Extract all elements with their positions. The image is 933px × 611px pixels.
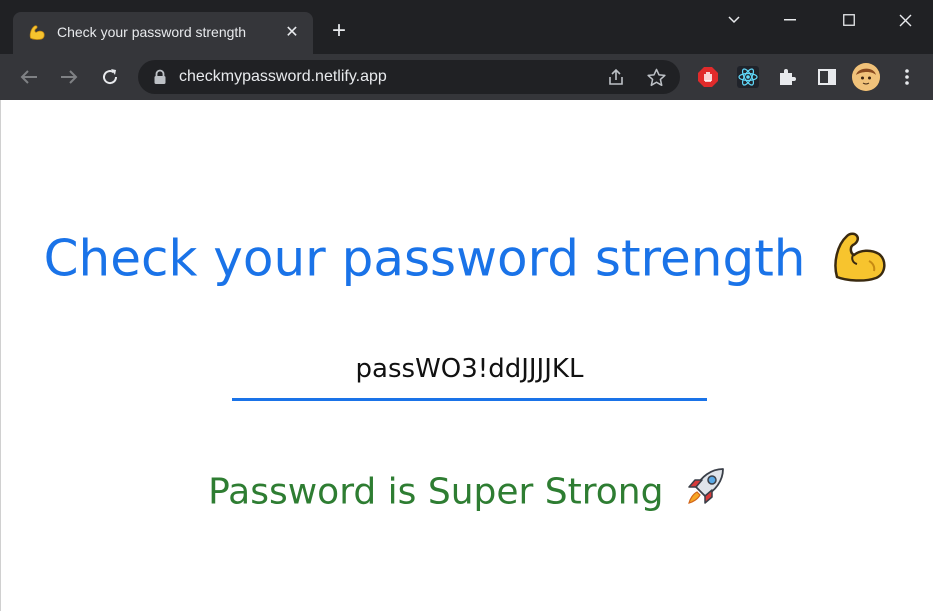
heading-text: Check your password strength [43,229,806,288]
forward-arrow-icon[interactable] [54,62,84,92]
bookmark-star-icon[interactable] [646,67,666,87]
strength-status: Password is Super Strong [1,465,933,522]
page-content: Check your password strength Password is… [0,100,933,611]
maximize-icon[interactable] [826,6,872,34]
react-devtools-icon[interactable] [736,65,760,89]
tab-search-icon[interactable] [711,6,757,34]
browser-toolbar: checkmypassword.netlify.app [0,54,933,100]
rocket-icon [683,465,727,522]
page-heading: Check your password strength [1,227,933,297]
tab-close-icon[interactable]: ✕ [283,24,301,42]
address-bar[interactable]: checkmypassword.netlify.app [138,60,680,94]
adblock-icon[interactable] [696,65,720,89]
tab-title: Check your password strength [57,24,247,40]
url-text[interactable]: checkmypassword.netlify.app [179,68,387,86]
more-menu-icon[interactable] [895,65,919,89]
minimize-icon[interactable] [767,6,813,34]
share-icon[interactable] [606,67,626,87]
browser-tab[interactable]: Check your password strength ✕ [13,12,313,54]
back-arrow-icon[interactable] [14,62,44,92]
puzzle-extensions-icon[interactable] [775,65,799,89]
close-window-icon[interactable] [882,6,928,34]
flexed-biceps-icon [27,23,47,43]
side-panel-icon[interactable] [815,65,839,89]
flexed-biceps-icon [831,227,891,297]
new-tab-button[interactable]: + [326,19,352,45]
lock-icon [153,69,167,85]
password-input[interactable] [232,339,707,401]
reload-icon[interactable] [95,62,125,92]
browser-titlebar: Check your password strength ✕ + [0,0,933,54]
profile-avatar[interactable] [852,63,880,91]
status-text: Password is Super Strong [208,471,664,513]
